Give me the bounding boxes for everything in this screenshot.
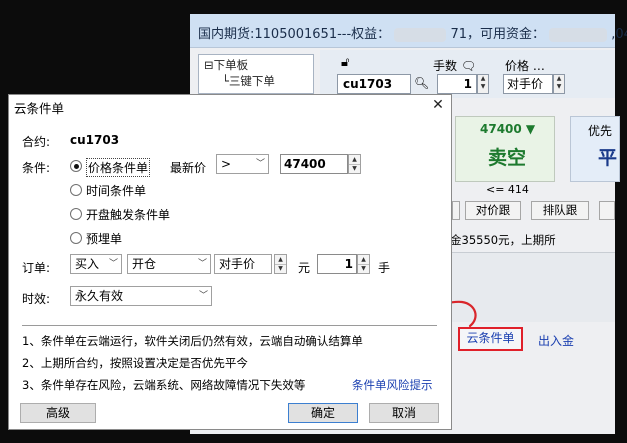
funds-suffix: ,042: [611, 27, 627, 42]
validity-value: 永久有效: [75, 289, 124, 303]
risk-notice-link[interactable]: 条件单风险提示: [352, 377, 433, 393]
account-summary: 国内期货:1105001651---权益： 71，可用资金： ,042: [198, 23, 627, 42]
queue-follow-button[interactable]: 排队跟: [531, 201, 589, 220]
chevron-down-icon: ﹀: [108, 259, 118, 269]
price-label: 价格 …: [505, 59, 545, 73]
validity-label: 时效:: [22, 292, 51, 306]
compare-operator-select[interactable]: > ﹀: [216, 154, 269, 174]
ok-button[interactable]: 确定: [288, 403, 358, 423]
radio-price-condition[interactable]: [70, 160, 82, 172]
order-label: 订单:: [22, 261, 51, 275]
contract-value: cu1703: [70, 133, 120, 147]
lots-input[interactable]: 1: [437, 74, 477, 94]
contract-label: 合约:: [22, 135, 51, 149]
radio-time-condition[interactable]: [70, 184, 82, 196]
offset-select[interactable]: 开仓 ﹀: [127, 254, 211, 274]
validity-select[interactable]: 永久有效 ﹀: [70, 286, 212, 306]
dialog-title: 云条件单: [14, 101, 65, 116]
price-type-select[interactable]: 对手价: [214, 254, 272, 274]
radio-time-condition-label[interactable]: 时间条件单: [86, 182, 146, 199]
chevron-down-icon: ﹀: [255, 159, 265, 169]
radio-open-trigger-label[interactable]: 开盘触发条件单: [86, 206, 170, 223]
cancel-button[interactable]: 取消: [369, 403, 439, 423]
more-button[interactable]: [599, 201, 615, 220]
condition-label: 条件:: [22, 161, 51, 175]
chevron-down-icon: ﹀: [197, 259, 207, 269]
contract-input[interactable]: cu1703: [337, 74, 411, 94]
price-type-spinner[interactable]: ▲ ▼: [274, 254, 287, 274]
offset-value: 开仓: [132, 257, 157, 271]
masked-value: [394, 27, 447, 42]
chevron-down-icon: ﹀: [198, 291, 208, 301]
trigger-price-spinner[interactable]: ▲ ▼: [348, 154, 361, 174]
compare-operator-value: >: [221, 157, 232, 171]
account-label: 国内期货:1105001651---权益：: [198, 27, 391, 42]
lock-icon[interactable]: 🔓︎: [341, 55, 349, 70]
direction-value: 买入: [75, 257, 100, 271]
opponent-follow-button[interactable]: 对价跟: [465, 201, 521, 220]
radio-preorder[interactable]: [70, 232, 82, 244]
tree-item-three-key[interactable]: └三键下单: [222, 73, 275, 89]
unit-yuan: 元: [298, 261, 311, 275]
radio-preorder-label[interactable]: 预埋单: [86, 230, 122, 247]
search-icon[interactable]: 🔍︎: [414, 76, 429, 90]
quantity-spinner[interactable]: ▲ ▼: [357, 254, 370, 274]
note-line: 2、上期所合约，按照设置决定是否优先平今: [22, 356, 248, 370]
unit-lot: 手: [378, 261, 391, 275]
latest-price-label: 最新价: [170, 161, 207, 175]
note-line: 1、条件单在云端运行，软件关闭后仍然有效，云端自动确认结算单: [22, 334, 363, 348]
note-line: 3、条件单存在风险，云端系统、网络故障情况下失效等: [22, 378, 306, 392]
close-icon[interactable]: ✕: [428, 95, 448, 115]
trigger-price-input[interactable]: 47400: [280, 154, 348, 174]
available-funds-label: 71，可用资金：: [450, 27, 545, 42]
divider: [22, 325, 437, 326]
quantity-input[interactable]: 1: [317, 254, 357, 274]
price-spinner[interactable]: ▲ ▼: [553, 74, 565, 94]
partial-button[interactable]: [452, 201, 460, 220]
sell-quantity: <= 414: [486, 183, 529, 196]
advanced-button[interactable]: 高级: [20, 403, 96, 423]
lots-label: 手数 🗨︎: [433, 59, 477, 73]
tree-item-order-board[interactable]: ⊟下单板: [204, 57, 248, 73]
close-label: 平: [598, 147, 618, 169]
price-type-select[interactable]: 对手价: [503, 74, 553, 94]
sell-price: 47400 ▼: [480, 122, 536, 136]
lots-spinner[interactable]: ▲ ▼: [477, 74, 489, 94]
radio-price-condition-label[interactable]: 价格条件单: [86, 158, 151, 177]
sell-label: 卖空: [488, 147, 527, 169]
deposit-withdraw-link[interactable]: 出入金: [538, 332, 574, 349]
radio-open-trigger[interactable]: [70, 208, 82, 220]
margin-info: 金35550元，上期所: [450, 233, 556, 247]
direction-select[interactable]: 买入 ﹀: [70, 254, 122, 274]
priority-label: 优先: [588, 124, 613, 138]
masked-value: [549, 27, 608, 42]
